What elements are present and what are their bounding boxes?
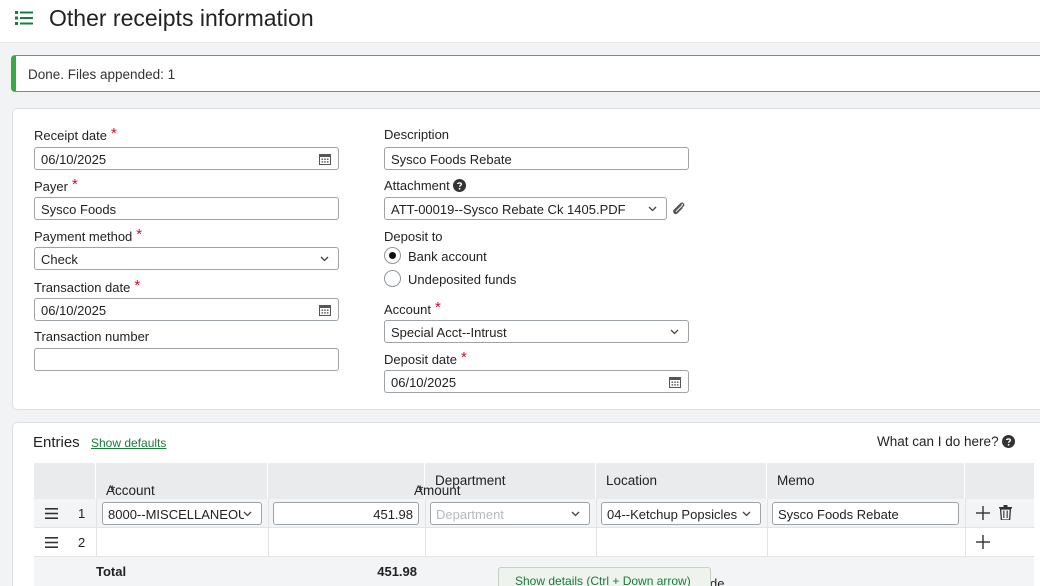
- amount-input[interactable]: 451.98: [273, 502, 419, 525]
- table-row: 2: [34, 528, 1034, 557]
- partial-text: de: [710, 576, 725, 586]
- transaction-number-label: Transaction number: [34, 329, 150, 344]
- help-icon[interactable]: [1001, 435, 1015, 448]
- trash-icon[interactable]: [999, 505, 1012, 520]
- help-icon[interactable]: [452, 179, 466, 192]
- transaction-date-field[interactable]: 06/10/2025: [34, 298, 339, 321]
- chevron-down-icon: [571, 511, 580, 517]
- memo-input[interactable]: Sysco Foods Rebate: [772, 502, 959, 525]
- chevron-down-icon: [742, 511, 751, 517]
- account-select[interactable]: Special Acct--Intrust: [384, 320, 689, 343]
- description-field[interactable]: Sysco Foods Rebate: [384, 147, 689, 170]
- header-location: Location: [596, 463, 767, 499]
- deposit-date-label: Deposit date *: [384, 349, 467, 367]
- deposit-date-field[interactable]: 06/10/2025: [384, 370, 689, 393]
- list-icon[interactable]: [15, 10, 33, 26]
- add-row-icon[interactable]: [976, 506, 990, 520]
- radio-bank-account[interactable]: [384, 247, 401, 264]
- receipt-form: Receipt date * 06/10/2025 Payer * Sysco Fo…: [12, 108, 1040, 410]
- header-department: Department: [425, 463, 596, 499]
- page-header: Other receipts information: [0, 0, 1040, 43]
- radio-undeposited-funds[interactable]: [384, 270, 401, 287]
- attachment-select[interactable]: ATT-00019--Sysco Rebate Ck 1405.PDF: [384, 197, 667, 220]
- calendar-icon[interactable]: [319, 304, 331, 316]
- show-details-tooltip[interactable]: Show details (Ctrl + Down arrow): [498, 567, 711, 586]
- header-memo: Memo: [767, 463, 965, 499]
- radio-bank-account-label[interactable]: Bank account: [408, 249, 487, 264]
- account-label: Account *: [384, 299, 441, 317]
- drag-handle-icon[interactable]: [45, 537, 58, 548]
- show-defaults-link[interactable]: Show defaults: [91, 436, 166, 450]
- chevron-down-icon: [648, 206, 657, 212]
- deposit-to-label: Deposit to: [384, 229, 443, 244]
- header-actions: [965, 463, 1034, 499]
- chevron-down-icon: [243, 511, 252, 517]
- payer-field[interactable]: Sysco Foods: [34, 197, 339, 220]
- chevron-down-icon: [320, 256, 329, 262]
- payment-method-select[interactable]: Check: [34, 247, 339, 270]
- grid-header: Account * Amount * Department Location Mem…: [34, 463, 1034, 499]
- row-number: 1: [78, 506, 86, 521]
- add-row-icon[interactable]: [976, 535, 990, 549]
- department-select[interactable]: Department: [430, 502, 590, 525]
- page-title: Other receipts information: [49, 5, 314, 31]
- calendar-icon[interactable]: [319, 153, 331, 165]
- calendar-icon[interactable]: [669, 376, 681, 388]
- success-banner: Done. Files appended: 1: [11, 55, 1040, 92]
- total-value: 451.98: [377, 564, 417, 579]
- account-select[interactable]: 8000--MISCELLANEOUS: [102, 502, 262, 525]
- radio-undeposited-funds-label[interactable]: Undeposited funds: [408, 272, 516, 287]
- entries-section: Entries Show defaults What can I do here…: [12, 422, 1040, 586]
- row-number: 2: [78, 535, 86, 550]
- payer-label: Payer *: [34, 176, 78, 194]
- header-cell-handle: [34, 463, 96, 499]
- paperclip-icon[interactable]: [671, 201, 687, 217]
- total-label: Total: [96, 564, 127, 579]
- transaction-date-label: Transaction date *: [34, 277, 141, 295]
- help-link[interactable]: What can I do here?: [877, 434, 1015, 449]
- location-select[interactable]: 04--Ketchup Popsicles: [601, 502, 761, 525]
- header-amount: Amount *: [268, 463, 461, 499]
- banner-message: Done. Files appended: 1: [28, 67, 176, 82]
- header-account: Account *: [96, 463, 268, 499]
- chevron-down-icon: [670, 329, 679, 335]
- payment-method-label: Payment method *: [34, 226, 143, 244]
- receipt-date-field[interactable]: 06/10/2025: [34, 147, 339, 170]
- attachment-label: Attachment: [384, 178, 466, 193]
- description-label: Description: [384, 127, 450, 142]
- transaction-number-field[interactable]: [34, 348, 339, 371]
- entries-title: Entries: [33, 434, 80, 451]
- receipt-date-label: Receipt date *: [34, 125, 117, 143]
- table-row: 1 8000--MISCELLANEOUS 451.98 Department …: [34, 499, 1034, 528]
- drag-handle-icon[interactable]: [45, 508, 58, 519]
